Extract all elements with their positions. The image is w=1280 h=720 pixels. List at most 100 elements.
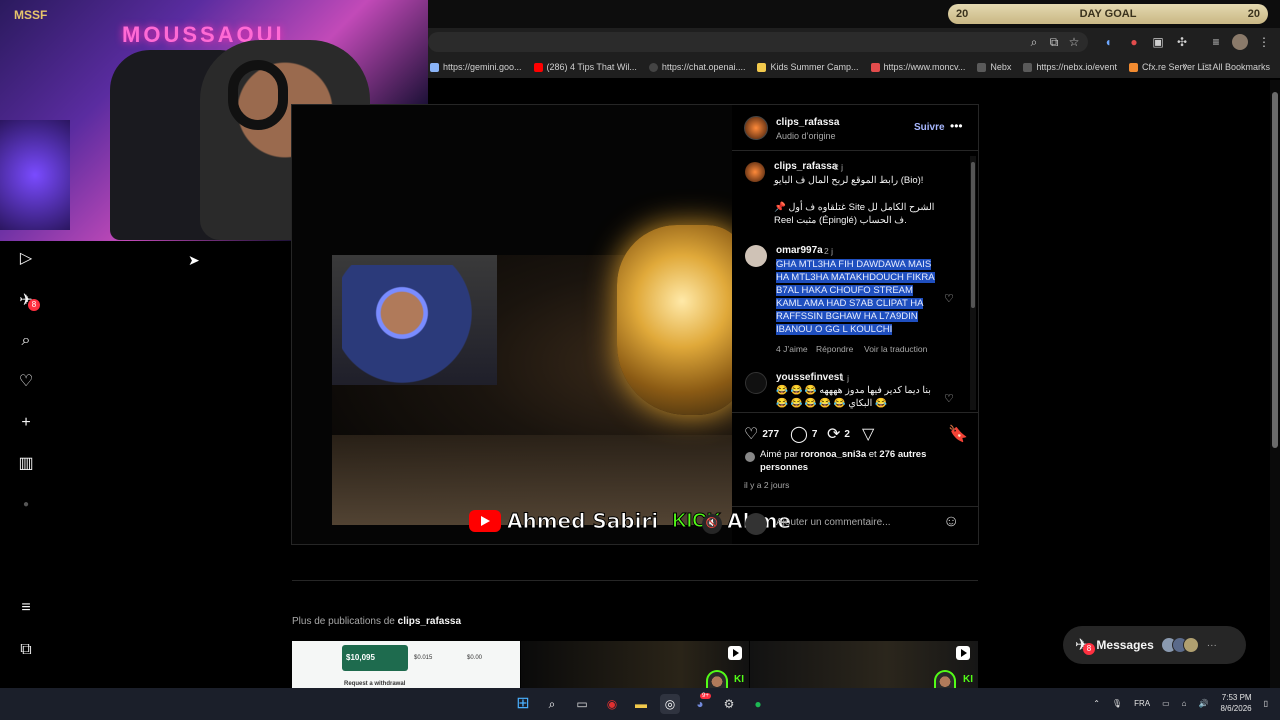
openai-icon [648,62,658,72]
more-options-icon[interactable]: ••• [950,119,963,133]
messages-more[interactable]: ··· [1207,640,1217,651]
language-indicator[interactable]: FRA [1134,699,1150,708]
day-goal-left-count: 20 [956,8,969,20]
post-age: il y a 2 jours [744,480,790,490]
windows-start-icon[interactable]: ⊞ [513,694,533,714]
post-video[interactable] [292,105,732,544]
clock[interactable]: 7:53 PM 8/6/2026 [1220,692,1251,714]
search-icon[interactable]: ⌕ [16,331,36,351]
dashboard-icon[interactable]: ▥ [16,454,36,474]
liker-avatar[interactable] [745,452,755,462]
extension-icon[interactable]: ▣ [1150,34,1166,50]
bookmark-icon: 🔖 [948,426,968,443]
more-posts-user[interactable]: clips_rafassa [398,616,461,627]
comment-like-icon[interactable]: ♡ [944,392,954,405]
liked-by-user[interactable]: roronoa_sni3a [801,449,866,460]
address-bar[interactable] [428,32,1088,52]
bookmarks-overflow-icon[interactable]: » [1182,60,1187,76]
messages-badge: 8 [1083,643,1095,655]
post-audio[interactable]: Audio d’origine [776,131,836,141]
volume-icon[interactable]: 🔊 [1198,699,1208,708]
page-scroll-thumb[interactable] [1272,92,1278,448]
bookmark-item[interactable]: https://www.moncv... [870,62,965,72]
file-explorer-icon[interactable]: ▬ [631,694,651,714]
comment-avatar[interactable] [745,372,767,394]
extension-icon[interactable]: ● [1126,34,1142,50]
bookmark-item[interactable]: https://nebx.io/event [1023,62,1117,72]
extension-icon[interactable]: ◖ [1100,34,1116,50]
comment-text: GHA MTL3HA FIH DAWDAWA MAIS HA MTL3HA MA… [776,258,941,336]
like-action[interactable]: ♡ 277 [744,424,779,444]
mute-toggle-icon[interactable]: 🔇 [702,514,722,534]
steam-icon[interactable]: ⚙ [719,694,739,714]
add-comment-input[interactable]: Ajouter un commentaire... [776,517,891,528]
post-author[interactable]: clips_rafassa [776,117,839,128]
save-action[interactable]: 🔖 [948,424,968,444]
repost-icon: ⟳ [827,426,841,443]
caption-time: 2 j [834,162,843,172]
microphone-icon[interactable]: 🎙 [1112,699,1122,708]
bookmark-label: (286) 4 Tips That Wil... [546,62,637,72]
install-icon[interactable]: ⧉ [1046,34,1062,50]
profile-avatar[interactable] [1232,34,1248,50]
messages-badge: 8 [28,299,40,311]
tray-overflow-icon[interactable]: ⌃ [1093,699,1100,708]
translate-link[interactable]: Voir la traduction [864,344,927,354]
comment-like-icon[interactable]: ♡ [944,292,954,305]
chrome-icon[interactable]: ◎ [660,694,680,714]
emoji-icon[interactable]: ☺ [943,513,959,531]
comment-action[interactable]: ◯ 7 [790,424,817,444]
comment-author[interactable]: youssefinvest [776,372,843,383]
all-bookmarks-label: All Bookmarks [1212,62,1270,72]
app-icon[interactable]: ◉ [602,694,622,714]
comment-author[interactable]: omar997a [776,245,823,256]
notifications-icon[interactable]: ▯ [1264,699,1268,708]
bookmark-item[interactable]: Kids Summer Camp... [757,62,859,72]
repost-action[interactable]: ⟳ 2 [827,424,850,444]
clock-date: 8/6/2026 [1220,704,1252,713]
more-menu-icon[interactable]: ≡ [16,598,36,618]
display-icon[interactable]: ▭ [1162,699,1170,708]
more-post-thumbnail[interactable]: $10,095 $0.015 $0.00 Request a withdrawa… [292,641,520,688]
webcam-monitor [0,120,70,230]
messages-avatars [1160,637,1199,653]
messages-button[interactable]: ✈ 8 Messages ··· [1063,626,1246,664]
apps-grid-icon[interactable]: ⧉ [16,640,36,660]
divider [732,150,978,151]
network-icon[interactable]: ⌂ [1182,699,1187,708]
caption-line-1: رابط الموقع لربح المال ف البايو (Bio)! [774,175,924,186]
menu-icon[interactable]: ⋮ [1256,34,1272,50]
create-plus-icon[interactable]: + [16,413,36,433]
comment-avatar[interactable] [745,245,767,267]
zoom-icon[interactable]: ⌕ [1026,34,1042,50]
comments-scroll-thumb[interactable] [971,162,975,308]
caption-author-avatar[interactable] [745,162,765,182]
extensions-puzzle-icon[interactable]: ✣ [1174,34,1190,50]
reels-icon[interactable]: ▷ [16,249,36,269]
bookmark-item[interactable]: https://chat.openai.... [648,62,745,72]
spotify-icon[interactable]: ● [748,694,768,714]
search-icon[interactable]: ⌕ [542,694,562,714]
reply-link[interactable]: Répondre [816,344,853,354]
caption-author[interactable]: clips_rafassa [774,161,837,172]
bookmark-item[interactable]: (286) 4 Tips That Wil... [533,62,637,72]
heart-icon[interactable]: ♡ [16,372,36,392]
task-view-icon[interactable]: ▭ [572,694,592,714]
bookmarks-right: » 🗀 All Bookmarks [1182,60,1270,76]
post-author-avatar[interactable] [744,116,768,140]
liked-by: Aimé par roronoa_sni3a et 276 autres per… [760,448,960,474]
star-icon[interactable]: ☆ [1066,34,1082,50]
comment-likes[interactable]: 4 J’aime [776,344,808,354]
all-bookmarks-folder[interactable]: 🗀 All Bookmarks [1201,60,1270,76]
profile-avatar[interactable]: ● [16,495,36,515]
youtube-icon [533,62,543,72]
caption-line-3: Reel مثبت (Épinglé) ف الحساب. [774,215,907,226]
bookmark-item[interactable]: https://gemini.goo... [430,62,522,72]
reading-list-icon[interactable]: ≡ [1208,34,1224,50]
bookmark-item[interactable]: Nebx [977,62,1011,72]
page-scrollbar[interactable] [1270,80,1280,688]
headset-icon [228,60,288,130]
follow-button[interactable]: Suivre [914,122,945,133]
share-action[interactable]: ▽ [862,424,874,444]
bookmark-label: https://nebx.io/event [1036,62,1117,72]
